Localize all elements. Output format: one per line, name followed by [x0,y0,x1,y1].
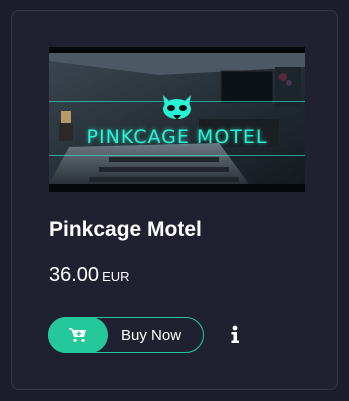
info-icon[interactable] [228,325,242,345]
buy-now-label: Buy Now [121,327,182,344]
cart-icon [48,317,108,353]
product-image-logo-text: PINKCAGE MOTEL [86,126,268,148]
price-amount: 36.00 [49,264,100,286]
product-image[interactable]: PINKCAGE MOTEL [49,47,305,192]
price-currency: EUR [102,269,130,284]
motel-room-scene [49,47,305,192]
product-title[interactable]: Pinkcage Motel [49,218,202,242]
product-price: 36.00 EUR [49,264,130,287]
buy-now-button[interactable]: Buy Now [48,317,204,353]
product-card: PINKCAGE MOTEL Pinkcage Motel 36.00 EUR B… [11,10,338,390]
